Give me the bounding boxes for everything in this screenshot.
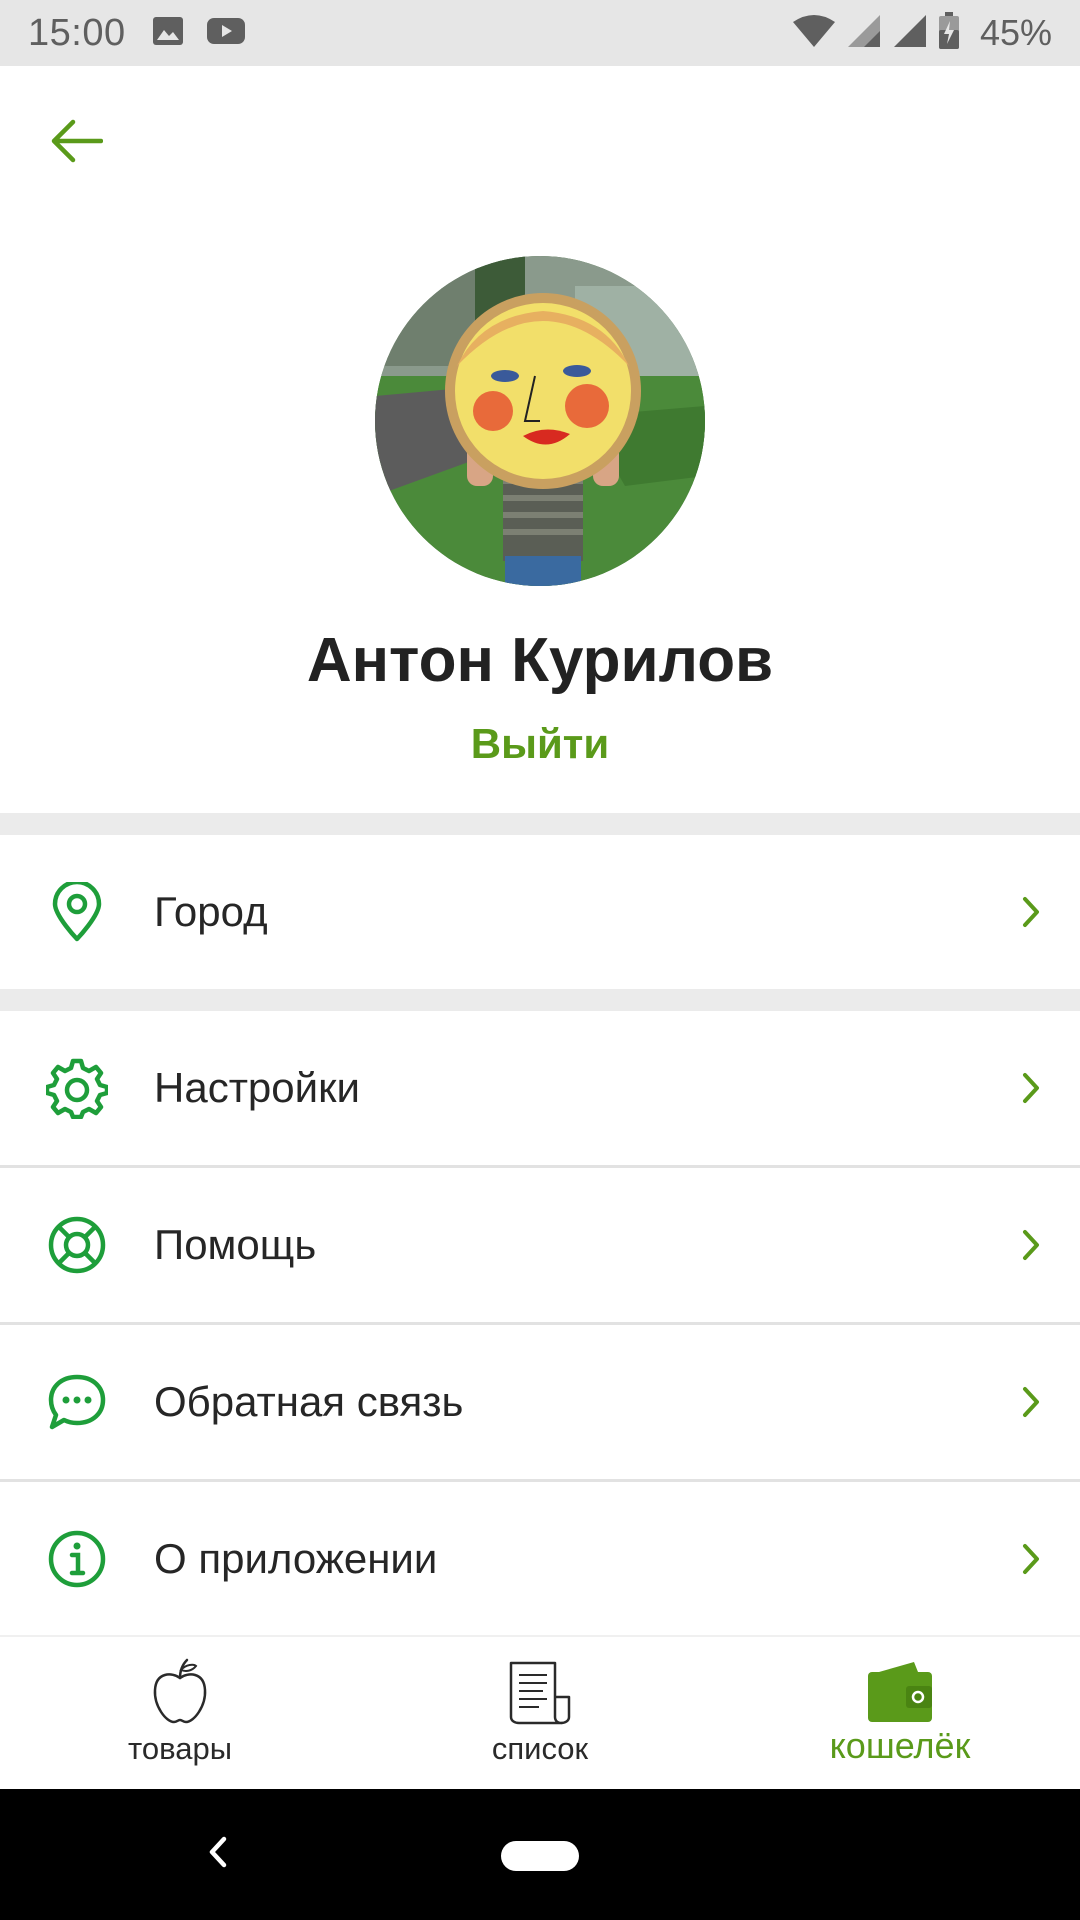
receipt-list-icon xyxy=(505,1657,575,1727)
menu-item-label: Помощь xyxy=(154,1221,317,1268)
system-home-button[interactable] xyxy=(501,1841,579,1871)
arrow-left-icon xyxy=(51,119,104,168)
nav-item-wallet[interactable]: кошелёк xyxy=(720,1637,1080,1791)
chevron-right-icon xyxy=(1016,1382,1046,1422)
youtube-icon xyxy=(206,16,246,51)
back-button[interactable] xyxy=(40,112,114,174)
menu-item-label: Обратная связь xyxy=(154,1378,464,1425)
menu-item-feedback[interactable]: Обратная связь xyxy=(0,1325,1080,1479)
menu-item-help[interactable]: Помощь xyxy=(0,1168,1080,1322)
chevron-left-icon xyxy=(207,1835,229,1874)
system-back-button[interactable] xyxy=(200,1829,236,1879)
signal-icon xyxy=(892,14,928,53)
status-time: 15:00 xyxy=(28,11,126,54)
nav-label: товары xyxy=(128,1731,232,1766)
location-pin-icon xyxy=(46,881,108,943)
chat-bubble-icon xyxy=(46,1371,108,1433)
avatar-photo xyxy=(375,256,705,586)
menu-item-label: Город xyxy=(154,888,268,935)
avatar[interactable] xyxy=(375,256,705,586)
menu-item-label: Настройки xyxy=(154,1064,360,1111)
battery-percent: 45% xyxy=(979,12,1052,53)
chevron-right-icon xyxy=(1016,1539,1046,1579)
menu-item-city[interactable]: Город xyxy=(0,835,1080,989)
wifi-icon xyxy=(792,14,836,53)
menu-item-about[interactable]: О приложении xyxy=(0,1482,1080,1636)
menu-item-settings[interactable]: Настройки xyxy=(0,1011,1080,1165)
nav-label: список xyxy=(491,1731,589,1766)
section-divider xyxy=(0,813,1080,835)
chevron-right-icon xyxy=(1016,1225,1046,1265)
info-icon xyxy=(46,1528,108,1590)
wallet-icon xyxy=(865,1657,935,1727)
signal-icon xyxy=(846,14,882,53)
chevron-right-icon xyxy=(1016,892,1046,932)
nav-label: кошелёк xyxy=(829,1725,971,1766)
nav-item-products[interactable]: товары xyxy=(0,1637,360,1791)
profile-name: Антон Курилов xyxy=(306,626,774,695)
gear-icon xyxy=(46,1057,108,1119)
section-divider xyxy=(0,989,1080,1011)
status-right-icons: 45% xyxy=(792,11,1052,55)
nav-item-list[interactable]: список xyxy=(360,1637,720,1791)
bottom-nav: товары список кошелёк xyxy=(0,1635,1080,1789)
status-bar: 15:00 45% xyxy=(0,0,1080,66)
lifebuoy-icon xyxy=(46,1214,108,1276)
system-nav-bar xyxy=(0,1789,1080,1920)
menu-item-label: О приложении xyxy=(154,1535,438,1582)
chevron-right-icon xyxy=(1016,1068,1046,1108)
battery-icon xyxy=(938,11,960,55)
apple-icon xyxy=(145,1657,215,1727)
logout-button[interactable]: Выйти xyxy=(440,720,640,768)
image-icon xyxy=(152,16,184,51)
status-left-icons xyxy=(152,16,246,51)
